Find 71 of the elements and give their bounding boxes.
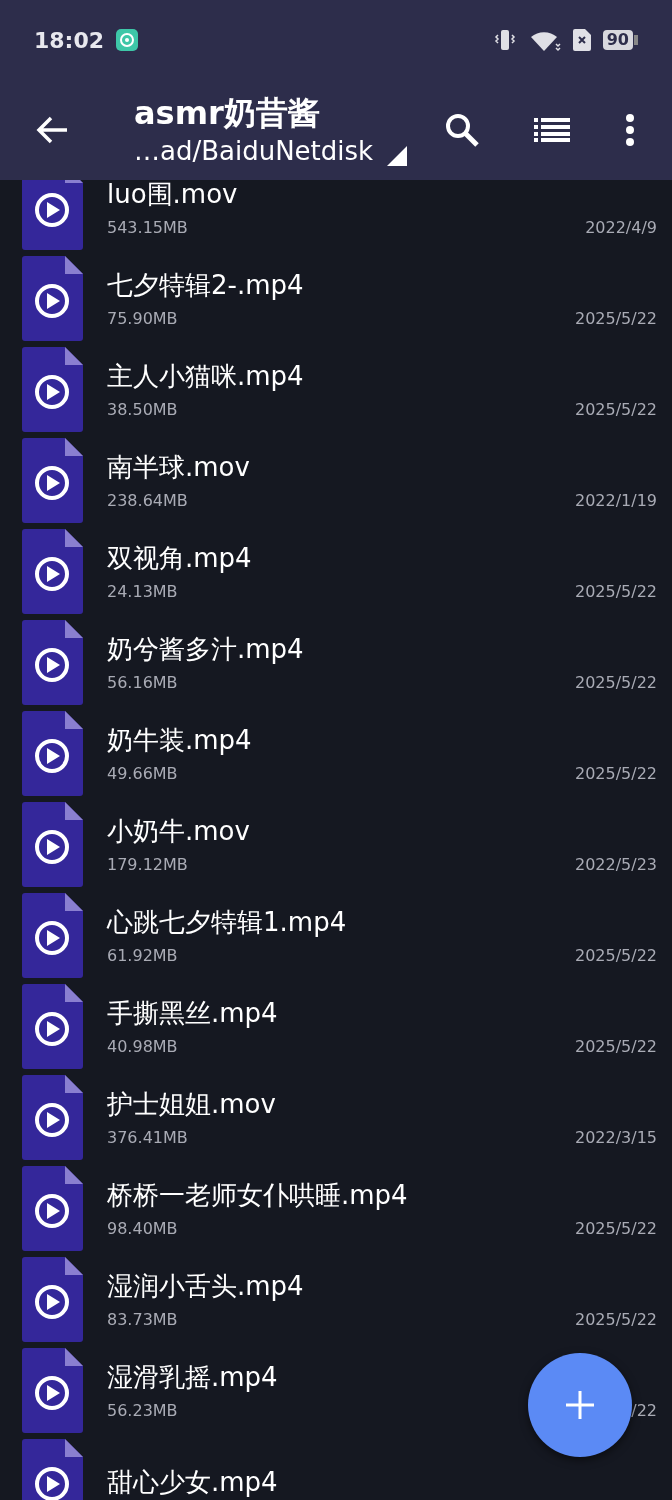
file-name: 湿滑乳摇.mp4 bbox=[107, 1360, 279, 1393]
file-name: 甜心少女.mp4 bbox=[107, 1465, 279, 1498]
video-file-icon bbox=[22, 1348, 83, 1433]
file-date: 2025/5/22 bbox=[574, 763, 657, 784]
video-file-icon bbox=[22, 1075, 83, 1160]
video-file-icon bbox=[22, 620, 83, 705]
file-size: 49.66MB bbox=[107, 763, 178, 784]
file-size: 179.12MB bbox=[107, 854, 188, 875]
file-date: 2022/5/23 bbox=[574, 854, 657, 875]
sim-card-icon bbox=[572, 29, 591, 51]
back-arrow-icon bbox=[35, 115, 69, 145]
file-date: 2022/3/15 bbox=[574, 1127, 657, 1148]
video-file-icon bbox=[22, 256, 83, 341]
video-file-icon bbox=[22, 984, 83, 1069]
file-date: /22 bbox=[631, 1400, 657, 1421]
file-size: 543.15MB bbox=[107, 217, 188, 238]
file-name: 手撕黑丝.mp4 bbox=[107, 996, 279, 1029]
battery-indicator: 90 bbox=[602, 30, 638, 50]
more-options-icon bbox=[625, 114, 635, 146]
folder-path[interactable]: …ad/BaiduNetdisk bbox=[134, 136, 374, 166]
file-date: 2025/5/22 bbox=[574, 1218, 657, 1239]
file-name: 七夕特辑2-.mp4 bbox=[107, 268, 305, 301]
file-date: 2022/4/9 bbox=[585, 217, 657, 238]
file-date: 2025/5/22 bbox=[574, 1036, 657, 1057]
file-date: 2025/5/22 bbox=[574, 945, 657, 966]
app-notification-icon bbox=[116, 29, 139, 51]
video-file-icon bbox=[22, 529, 83, 614]
list-icon bbox=[534, 118, 570, 142]
file-name: 护士姐姐.mov bbox=[107, 1087, 277, 1120]
folder-title: asmr奶昔酱 bbox=[134, 94, 321, 132]
video-file-icon bbox=[22, 180, 83, 250]
file-name: 桥桥一老师女仆哄睡.mp4 bbox=[107, 1178, 409, 1211]
file-date: 2025/5/22 bbox=[574, 1309, 657, 1330]
status-time: 18:02 bbox=[34, 27, 105, 53]
video-file-icon bbox=[22, 1257, 83, 1342]
file-size: 40.98MB bbox=[107, 1036, 178, 1057]
file-name: 奶牛装.mp4 bbox=[107, 723, 253, 756]
video-file-icon bbox=[22, 711, 83, 796]
file-size: 56.16MB bbox=[107, 672, 178, 693]
file-size: 83.73MB bbox=[107, 1309, 178, 1330]
file-size: 376.41MB bbox=[107, 1127, 188, 1148]
file-size: 38.50MB bbox=[107, 399, 178, 420]
file-date: 2022/1/19 bbox=[574, 490, 657, 511]
file-name: 南半球.mov bbox=[107, 450, 251, 483]
file-size: 98.40MB bbox=[107, 1218, 178, 1239]
file-size: 24.13MB bbox=[107, 581, 178, 602]
file-name: 心跳七夕特辑1.mp4 bbox=[107, 905, 348, 938]
file-size: 238.64MB bbox=[107, 490, 188, 511]
video-file-icon bbox=[22, 1439, 83, 1500]
file-name: 主人小猫咪.mp4 bbox=[107, 359, 305, 392]
file-name: 双视角.mp4 bbox=[107, 541, 253, 574]
plus-icon bbox=[566, 1391, 594, 1419]
file-name: 奶兮酱多汁.mp4 bbox=[107, 632, 305, 665]
file-date: 2025/5/22 bbox=[574, 672, 657, 693]
file-size: 61.92MB bbox=[107, 945, 178, 966]
video-file-icon bbox=[22, 893, 83, 978]
vibrate-icon bbox=[492, 28, 517, 52]
file-date: 2025/5/22 bbox=[574, 399, 657, 420]
file-name: luo围.mov bbox=[107, 180, 239, 210]
dropdown-corner-icon[interactable] bbox=[387, 146, 408, 166]
video-file-icon bbox=[22, 802, 83, 887]
video-file-icon bbox=[22, 438, 83, 523]
file-name: 小奶牛.mov bbox=[107, 814, 251, 847]
file-date: 2025/5/22 bbox=[574, 581, 657, 602]
file-size: 75.90MB bbox=[107, 308, 178, 329]
video-file-icon bbox=[22, 347, 83, 432]
file-size: 56.23MB bbox=[107, 1400, 178, 1421]
search-icon bbox=[444, 112, 480, 148]
file-name: 湿润小舌头.mp4 bbox=[107, 1269, 305, 1302]
video-file-icon bbox=[22, 1166, 83, 1251]
file-date: 2025/5/22 bbox=[574, 308, 657, 329]
